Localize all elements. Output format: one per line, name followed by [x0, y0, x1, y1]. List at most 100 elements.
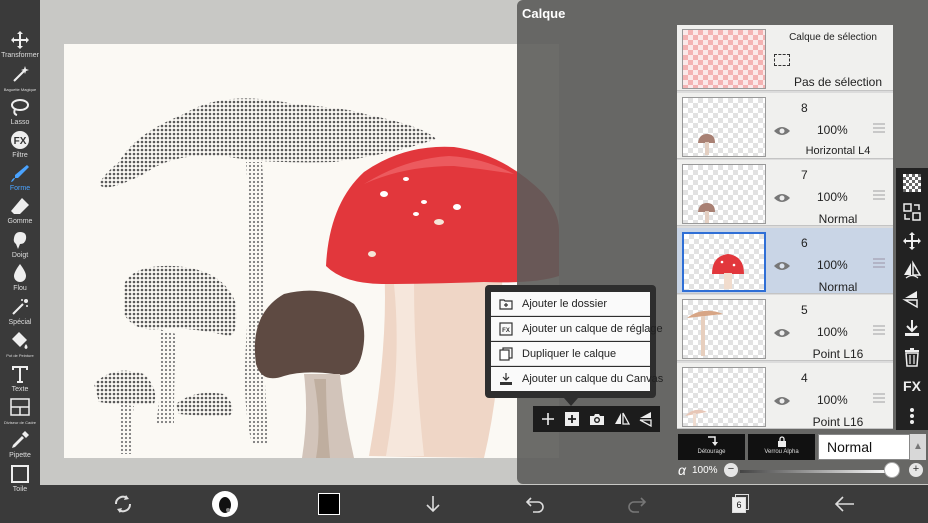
more-options-button[interactable]	[900, 404, 924, 428]
duplicate-icon	[499, 347, 513, 361]
opacity-slider-knob[interactable]	[884, 462, 900, 478]
tool-transform[interactable]: Transformer	[0, 30, 40, 60]
eye-icon[interactable]	[773, 395, 791, 407]
color-swatch-button[interactable]	[316, 491, 342, 517]
panel-title: Calque	[522, 6, 566, 21]
undo-button[interactable]	[522, 491, 548, 517]
menu-item-label: Ajouter un calque de réglage	[522, 323, 663, 335]
svg-text:FX: FX	[14, 136, 27, 147]
selection-layer-status: Pas de sélection	[793, 75, 883, 89]
menu-add-canvas-layer[interactable]: Ajouter un calque du Canvas	[491, 367, 663, 391]
delete-layer-button[interactable]	[900, 345, 924, 369]
drag-handle-icon[interactable]	[873, 393, 885, 403]
drag-handle-icon[interactable]	[873, 123, 885, 133]
tool-text[interactable]: Texte	[0, 364, 40, 394]
layer-row-selected[interactable]: 6 100% Normal	[677, 228, 893, 294]
eye-icon[interactable]	[773, 260, 791, 272]
flip-layer-vertical-button[interactable]	[636, 409, 656, 429]
tool-special[interactable]: Spécial	[0, 297, 40, 327]
drag-handle-icon[interactable]	[873, 190, 885, 200]
tool-lasso[interactable]: Lasso	[0, 97, 40, 127]
plus-box-icon	[565, 412, 579, 426]
layer-row[interactable]: 4 100% Point L16	[677, 363, 893, 429]
move-layer-button[interactable]	[900, 229, 924, 253]
layers-count-button[interactable]: 6	[728, 491, 754, 517]
brush-preview-button[interactable]	[212, 491, 238, 517]
back-button[interactable]	[832, 491, 858, 517]
select-transform-button[interactable]	[900, 200, 924, 224]
add-layer-button[interactable]	[538, 409, 558, 429]
tool-frame-divider[interactable]: Diviseur de Cadre	[0, 397, 40, 427]
flip-vertical-button[interactable]	[900, 287, 924, 311]
layer-row[interactable]: 5 100% Point L16	[677, 295, 893, 361]
flip-vertical-icon	[639, 412, 652, 427]
menu-add-folder[interactable]: Ajouter le dossier	[491, 292, 650, 316]
arrow-down-icon	[426, 496, 440, 513]
eraser-icon	[11, 198, 29, 214]
tool-smudge[interactable]: Doigt	[0, 230, 40, 260]
tool-label: Diviseur de Cadre	[3, 420, 36, 425]
rotate-canvas-button[interactable]	[110, 491, 136, 517]
blur-drop-icon	[14, 264, 26, 282]
tool-label: Texte	[11, 386, 29, 393]
fx-button[interactable]: FX	[900, 374, 924, 398]
blend-mode-select[interactable]: Normal	[818, 434, 910, 460]
menu-duplicate-layer[interactable]: Dupliquer le calque	[491, 342, 650, 366]
tool-eraser[interactable]: Gomme	[0, 196, 40, 226]
tool-brush[interactable]: Forme	[0, 163, 40, 193]
layers-stack-icon: 6	[731, 494, 751, 514]
fx-icon: FX	[11, 131, 29, 149]
drag-handle-icon[interactable]	[873, 258, 885, 268]
drag-handle-icon[interactable]	[873, 325, 885, 335]
selection-transform-icon	[903, 203, 921, 221]
alpha-symbol: α	[678, 462, 686, 478]
layer-thumbnail	[682, 97, 766, 157]
layer-thumbnail	[682, 367, 766, 427]
merge-down-button[interactable]	[900, 316, 924, 340]
trash-icon	[905, 348, 919, 367]
layer-opacity: 100%	[817, 123, 848, 137]
tool-label: Gomme	[7, 218, 33, 225]
layer-blend-mode: Normal	[818, 212, 858, 226]
layer-row[interactable]: 7 100% Normal	[677, 160, 893, 226]
layer-number: 5	[801, 303, 808, 317]
tool-blur[interactable]: Flou	[0, 263, 40, 293]
tool-eyedropper[interactable]: Pipette	[0, 430, 40, 460]
menu-add-adjustment-layer[interactable]: FX Ajouter un calque de réglage	[491, 317, 663, 341]
import-down-button[interactable]	[420, 491, 446, 517]
eye-icon[interactable]	[773, 125, 791, 137]
layer-row[interactable]: 8 100% Horizontal L4	[677, 93, 893, 159]
layer-opacity: 100%	[817, 393, 848, 407]
tool-label: Filtre	[12, 152, 28, 159]
checkerboard-icon	[903, 174, 921, 192]
blend-mode-dropdown-arrow[interactable]: ▲	[910, 434, 926, 460]
add-layer-menu-button[interactable]	[562, 409, 582, 429]
redo-button[interactable]	[624, 491, 650, 517]
clipping-button[interactable]: Détourage	[678, 434, 745, 460]
menu-item-label: Ajouter le dossier	[522, 298, 607, 310]
alpha-lock-button[interactable]: Verrou Alpha	[748, 434, 815, 460]
eye-icon[interactable]	[773, 327, 791, 339]
move-icon	[11, 31, 29, 49]
transparency-button[interactable]	[900, 171, 924, 195]
tool-canvas[interactable]: Toile	[0, 464, 40, 494]
tool-paint-bucket[interactable]: Pot de Peinture	[0, 330, 40, 360]
layer-list[interactable]: Calque de sélection Pas de sélection 8 1…	[677, 25, 893, 429]
folder-add-icon	[499, 299, 513, 310]
selection-layer-row[interactable]: Calque de sélection Pas de sélection	[677, 25, 893, 91]
brush-icon	[11, 165, 29, 182]
tool-label: Flou	[13, 285, 27, 292]
opacity-slider-track[interactable]	[740, 470, 892, 473]
tool-magic-wand[interactable]: Baguette Magique	[0, 64, 40, 94]
opacity-increase-button[interactable]: +	[909, 463, 923, 477]
add-photo-layer-button[interactable]	[587, 409, 607, 429]
eye-icon[interactable]	[773, 192, 791, 204]
selection-layer-thumbnail	[682, 29, 766, 89]
more-vertical-icon	[910, 408, 914, 424]
flip-layer-horizontal-button[interactable]	[612, 409, 632, 429]
tool-filter[interactable]: FX Filtre	[0, 130, 40, 160]
opacity-decrease-button[interactable]: −	[724, 463, 738, 477]
layer-blend-mode: Normal	[818, 280, 858, 294]
flip-horizontal-button[interactable]	[900, 258, 924, 282]
layer-blend-mode: Point L16	[812, 415, 864, 429]
